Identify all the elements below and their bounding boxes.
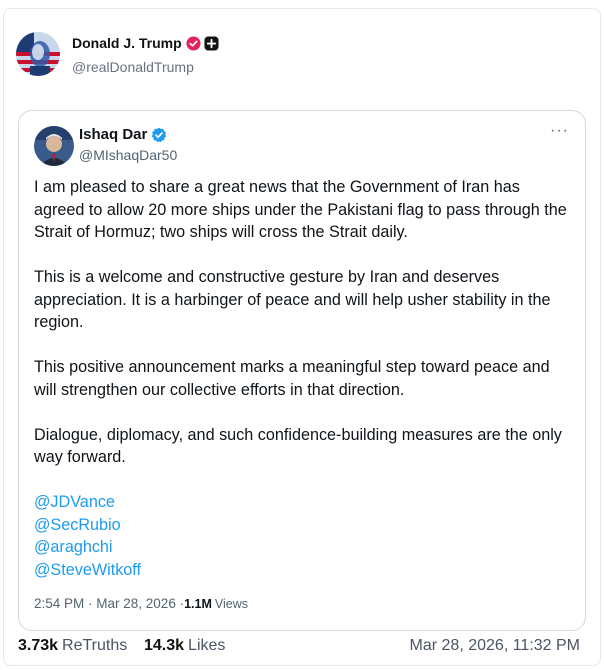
plus-badge-icon <box>204 35 219 51</box>
quoted-post-meta: 2:54 PM · Mar 28, 2026 · 1.1M Views <box>34 596 248 611</box>
avatar-image <box>16 32 60 76</box>
mention-link[interactable]: @araghchi <box>34 536 574 559</box>
verified-badge-icon <box>151 127 167 143</box>
mention-link[interactable]: @JDVance <box>34 491 574 514</box>
truth-post-page: Donald J. Trump @realDonaldTrump Ishaq D… <box>0 0 604 670</box>
post-paragraph: This is a welcome and constructive gestu… <box>34 268 551 331</box>
likes-count: 14.3k <box>144 637 185 654</box>
more-options-icon[interactable]: ··· <box>550 121 569 141</box>
mention-link[interactable]: @SecRubio <box>34 514 574 537</box>
retruths-count: 3.73k <box>18 637 59 654</box>
retruths-label: ReTruths <box>62 637 128 654</box>
post-date[interactable]: Mar 28, 2026, 11:32 PM <box>410 637 580 655</box>
quoted-timestamp[interactable]: 2:54 PM · Mar 28, 2026 · <box>34 596 184 611</box>
mention-link[interactable]: @SteveWitkoff <box>34 559 574 582</box>
post-header: Donald J. Trump @realDonaldTrump <box>16 32 576 78</box>
quoted-post-body: I am pleased to share a great news that … <box>34 176 574 581</box>
avatar[interactable] <box>16 32 60 76</box>
retruths-stat[interactable]: 3.73k ReTruths <box>18 637 127 655</box>
post-paragraph: Dialogue, diplomacy, and such confidence… <box>34 425 562 467</box>
post-paragraph: This positive announcement marks a meani… <box>34 358 550 399</box>
quoted-author-name[interactable]: Ishaq Dar <box>79 126 147 143</box>
quoted-post[interactable]: Ishaq Dar @MIshaqDar50 ··· I am pleased … <box>18 110 586 631</box>
quoted-avatar[interactable] <box>34 126 74 166</box>
author-handle[interactable]: @realDonaldTrump <box>72 59 194 75</box>
verified-badge-icon <box>186 35 201 51</box>
mentions-list: @JDVance @SecRubio @araghchi @SteveWitko… <box>34 491 574 581</box>
likes-label: Likes <box>188 637 226 654</box>
author-name[interactable]: Donald J. Trump <box>72 35 182 51</box>
views-label: Views <box>214 597 248 611</box>
quoted-avatar-image <box>34 126 74 166</box>
post-footer: 3.73k ReTruths 14.3k Likes Mar 28, 2026,… <box>18 637 588 659</box>
quoted-author-handle[interactable]: @MIshaqDar50 <box>79 147 177 163</box>
post-paragraph: I am pleased to share a great news that … <box>34 178 567 241</box>
likes-stat[interactable]: 14.3k Likes <box>144 637 225 655</box>
views-count: 1.1M <box>184 597 212 611</box>
